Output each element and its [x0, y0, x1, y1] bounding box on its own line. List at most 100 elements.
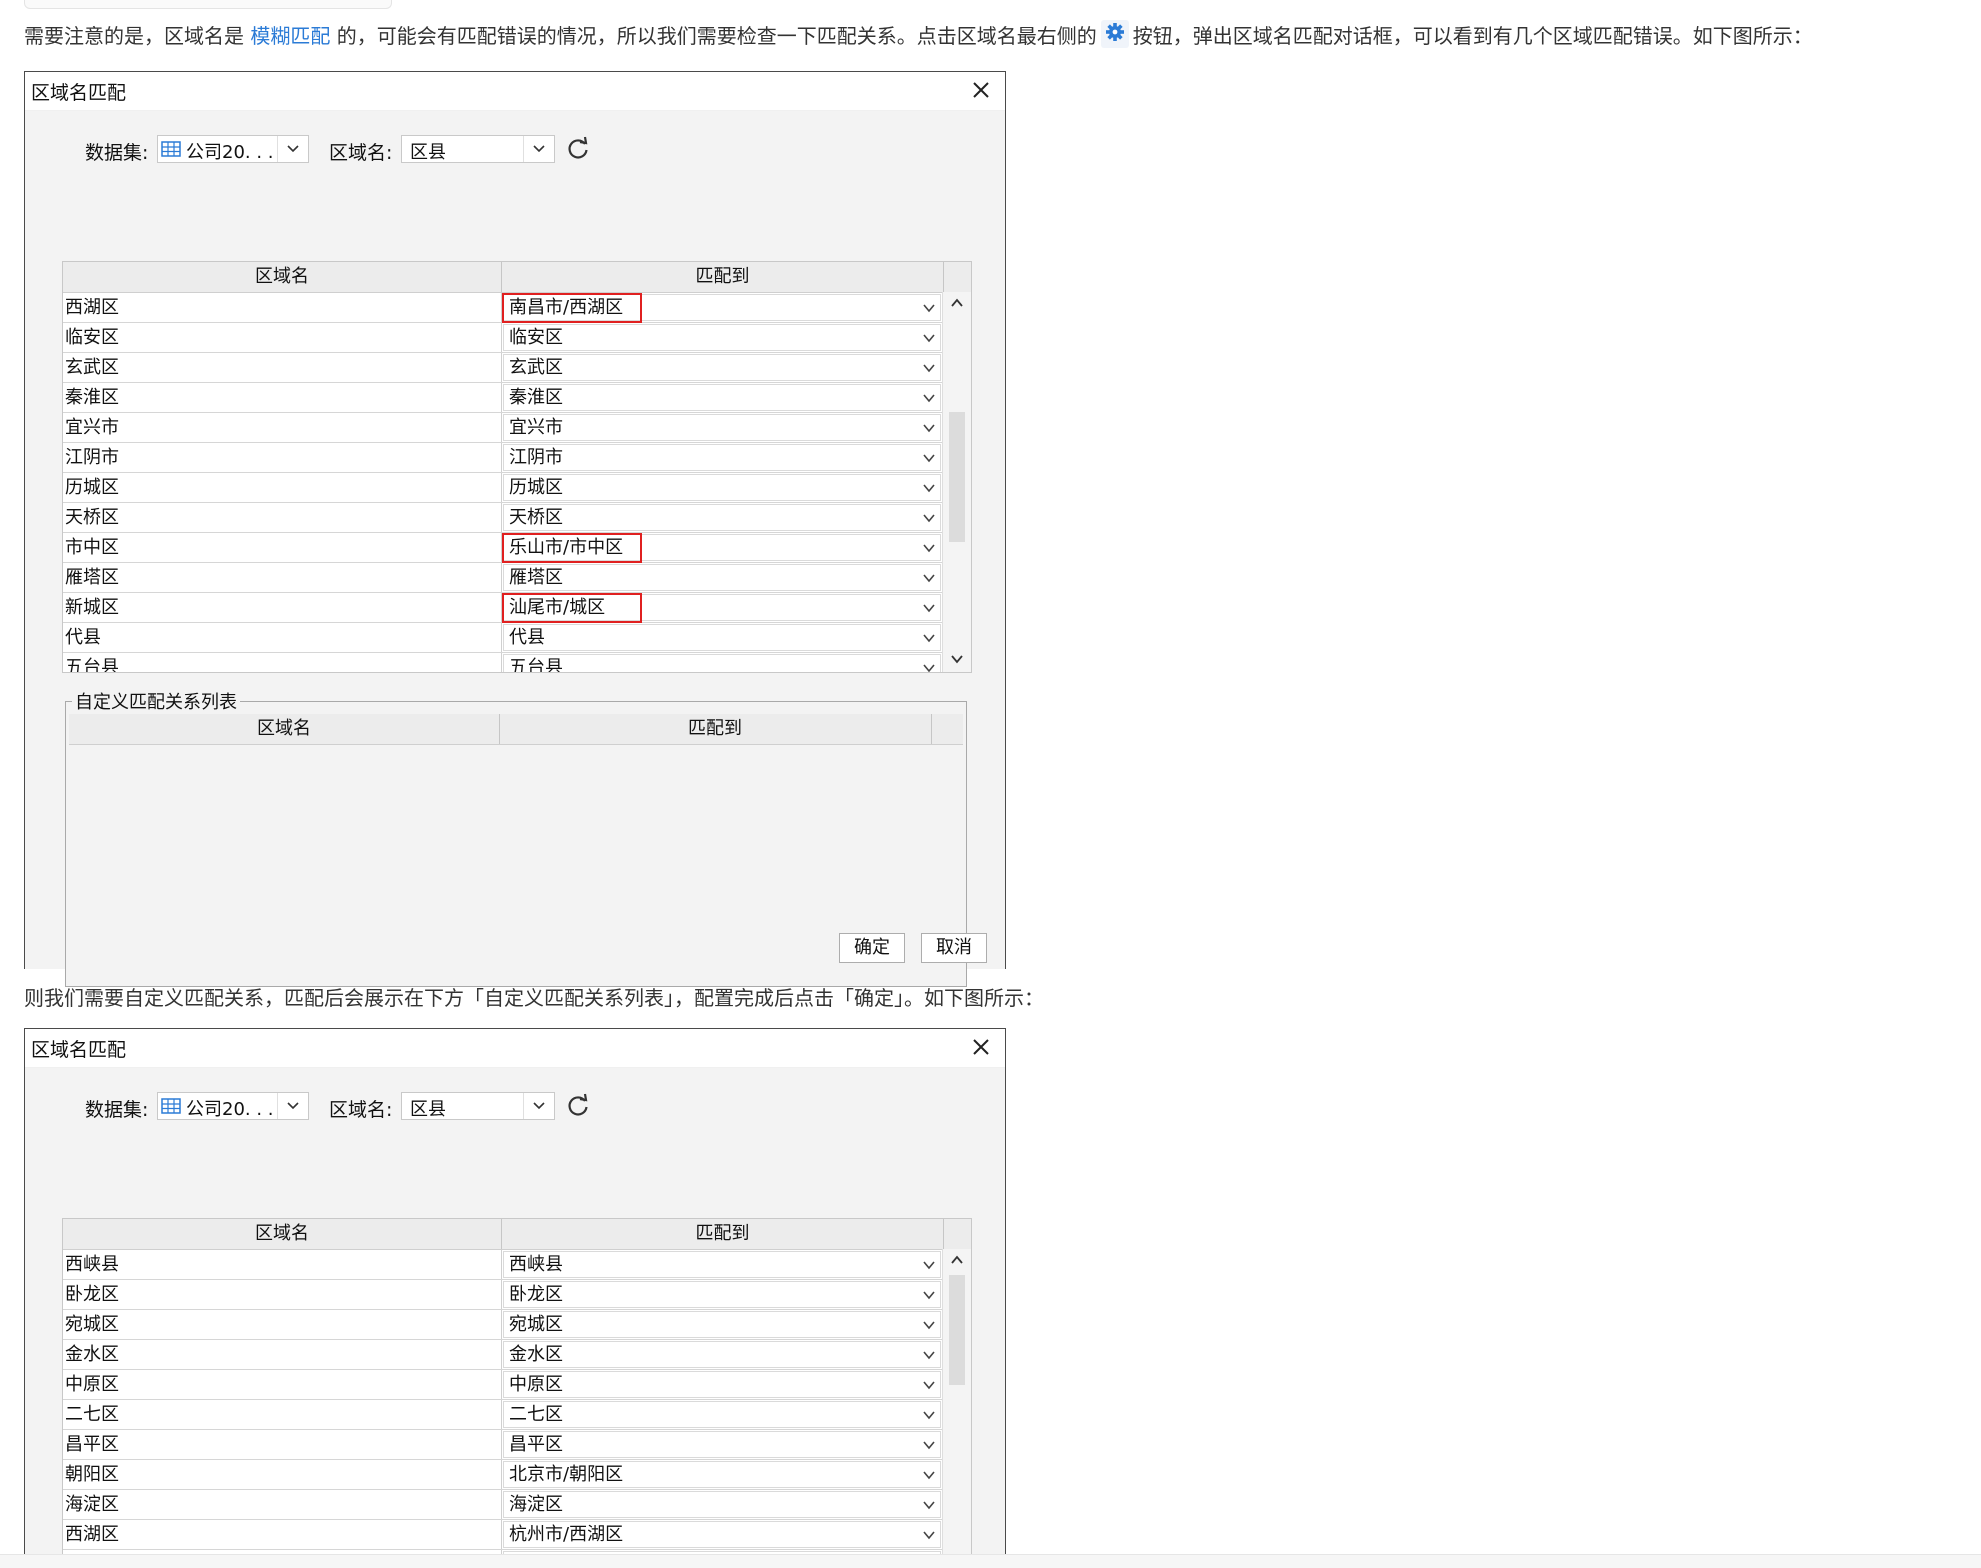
match-select[interactable]: 秦淮区: [503, 384, 941, 411]
chevron-down-icon[interactable]: [950, 652, 964, 666]
chevron-down-icon: [923, 1471, 935, 1480]
match-select[interactable]: 江阴市: [503, 444, 941, 471]
cancel-button[interactable]: 取消: [921, 933, 987, 963]
match-select[interactable]: 历城区: [503, 474, 941, 501]
match-select[interactable]: 宜兴市: [503, 414, 941, 441]
col-header-match: 匹配到: [695, 1223, 750, 1244]
ok-button[interactable]: 确定: [839, 933, 905, 963]
match-select[interactable]: 二七区: [503, 1401, 941, 1428]
region-name-cell: 历城区: [65, 477, 119, 498]
match-value: 二七区: [509, 1404, 563, 1425]
match-select[interactable]: 雁塔区: [503, 564, 941, 591]
match-value: 昌平区: [509, 1434, 563, 1455]
match-value: 江阴市: [509, 447, 563, 468]
chevron-down-icon: [287, 145, 299, 153]
chevron-down-icon: [923, 394, 935, 403]
vertical-scrollbar[interactable]: [942, 1249, 971, 1555]
match-select[interactable]: 中原区: [503, 1371, 941, 1398]
dialog-toolbar: 数据集: 公司20. . . 区域名: 区县: [61, 135, 961, 165]
refresh-icon[interactable]: [565, 1093, 591, 1119]
dataset-select[interactable]: 公司20. . .: [157, 135, 309, 163]
dataset-icon: [161, 141, 181, 157]
match-select[interactable]: 金水区: [503, 1341, 941, 1368]
match-select[interactable]: 海淀区: [503, 1491, 941, 1518]
region-match-grid: 区域名 匹配到 西峡县 西峡县 卧龙区 卧龙区 宛城区 宛城区 金水区 金水区 中原区 中原区 二七…: [62, 1218, 972, 1555]
region-name-cell: 二七区: [65, 1404, 119, 1425]
dialog-body: 数据集: 公司20. . . 区域名: 区县 区域名 匹配到 西湖区 南昌市/西湖…: [25, 111, 1005, 987]
chevron-down-icon: [923, 634, 935, 643]
match-select[interactable]: 宛城区: [503, 1311, 941, 1338]
grid-rows: 西峡县 西峡县 卧龙区 卧龙区 宛城区 宛城区 金水区 金水区 中原区 中原区 二七区 二七区 昌平区昌…: [63, 1250, 943, 1555]
dataset-value: 公司20. . .: [186, 142, 274, 163]
match-select[interactable]: 昌平区: [503, 1431, 941, 1458]
region-match-dialog: 区域名匹配 数据集: 公司20. . . 区域名: 区县 区域名 匹配到 西湖区…: [24, 71, 1006, 987]
region-select[interactable]: 区县: [401, 135, 555, 163]
match-select[interactable]: 乐山市/市中区: [503, 534, 941, 561]
region-name-cell: 新城区: [65, 597, 119, 618]
match-select[interactable]: 卧龙区: [503, 1281, 941, 1308]
region-select[interactable]: 区县: [401, 1092, 555, 1120]
chevron-up-icon[interactable]: [950, 1253, 964, 1267]
table-row: 秦淮区 秦淮区: [63, 383, 943, 413]
dialog-title: 区域名匹配: [31, 82, 127, 104]
refresh-icon[interactable]: [565, 136, 591, 162]
chevron-down-icon: [923, 304, 935, 313]
table-row: 宛城区 宛城区: [63, 1310, 943, 1340]
vertical-scrollbar[interactable]: [942, 292, 971, 672]
chevron-down-icon: [923, 1321, 935, 1330]
fuzzy-match-link[interactable]: 模糊匹配: [250, 24, 330, 48]
table-row: 玄武区 玄武区: [63, 353, 943, 383]
chevron-down-icon: [923, 1501, 935, 1510]
match-select[interactable]: 北京市/朝阳区: [503, 1461, 941, 1488]
para-text: 的，可能会有匹配错误的情况，所以我们需要检查一下匹配关系。点击区域名最右侧的: [330, 24, 1097, 48]
chevron-down-icon: [923, 664, 935, 672]
match-select[interactable]: 西峡县: [503, 1251, 941, 1278]
region-name-cell: 宛城区: [65, 1314, 119, 1335]
chevron-down-icon: [923, 424, 935, 433]
close-icon[interactable]: [969, 1035, 993, 1059]
intro-paragraph: 需要注意的是，区域名是 模糊匹配 的，可能会有匹配错误的情况，所以我们需要检查一…: [24, 20, 1813, 50]
match-select[interactable]: 南昌市/西湖区: [503, 294, 941, 321]
dataset-select[interactable]: 公司20. . .: [157, 1092, 309, 1120]
region-name-cell: 朝阳区: [65, 1464, 119, 1485]
chevron-down-icon: [923, 1411, 935, 1420]
region-match-grid: 区域名 匹配到 西湖区 南昌市/西湖区 临安区 临安区 玄武区 玄武区 秦淮区 秦淮区 宜兴市宜…: [62, 261, 972, 673]
match-value: 海淀区: [509, 1494, 563, 1515]
scroll-thumb[interactable]: [949, 1275, 965, 1385]
custom-list-legend: 自定义匹配关系列表: [72, 688, 240, 714]
match-value: 雁塔区: [509, 567, 563, 588]
match-select[interactable]: 临安区: [503, 324, 941, 351]
chevron-down-icon: [923, 334, 935, 343]
match-select[interactable]: 天桥区: [503, 504, 941, 531]
region-name-cell: 中原区: [65, 1374, 119, 1395]
table-row: 卧龙区 卧龙区: [63, 1280, 943, 1310]
chevron-down-icon: [923, 454, 935, 463]
region-name-cell: 昌平区: [65, 1434, 119, 1455]
chevron-down-icon: [923, 1351, 935, 1360]
chevron-up-icon[interactable]: [950, 296, 964, 310]
region-name-cell: 金水区: [65, 1344, 119, 1365]
match-select[interactable]: 杭州市/西湖区: [503, 1521, 941, 1548]
region-value: 区县: [410, 1099, 446, 1120]
region-name-cell: 临安区: [65, 327, 119, 348]
match-select[interactable]: 代县: [503, 624, 941, 651]
table-row: 临安区 临安区: [63, 323, 943, 353]
scroll-thumb[interactable]: [949, 412, 965, 542]
match-value: 中原区: [509, 1374, 563, 1395]
match-select[interactable]: 汕尾市/城区: [503, 594, 941, 621]
region-name-cell: 卧龙区: [65, 1284, 119, 1305]
match-value: 历城区: [509, 477, 563, 498]
instruction-paragraph: 则我们需要自定义匹配关系，匹配后会展示在下方「自定义匹配关系列表」，配置完成后点…: [24, 986, 1044, 1010]
match-value: 西峡县: [509, 1254, 563, 1275]
table-row: 市中区 乐山市/市中区: [63, 533, 943, 563]
match-select[interactable]: 五台县: [503, 654, 941, 672]
table-row: 海淀区 海淀区: [63, 1490, 943, 1520]
table-row: 西峡县 西峡县: [63, 1250, 943, 1280]
region-label: 区域名:: [329, 1099, 393, 1121]
dialog-titlebar: 区域名匹配: [25, 72, 1005, 111]
page-bottom-bar: [0, 1554, 1981, 1568]
match-value: 杭州市/西湖区: [509, 1524, 624, 1545]
match-select[interactable]: 玄武区: [503, 354, 941, 381]
region-name-cell: 江阴市: [65, 447, 119, 468]
close-icon[interactable]: [969, 78, 993, 102]
